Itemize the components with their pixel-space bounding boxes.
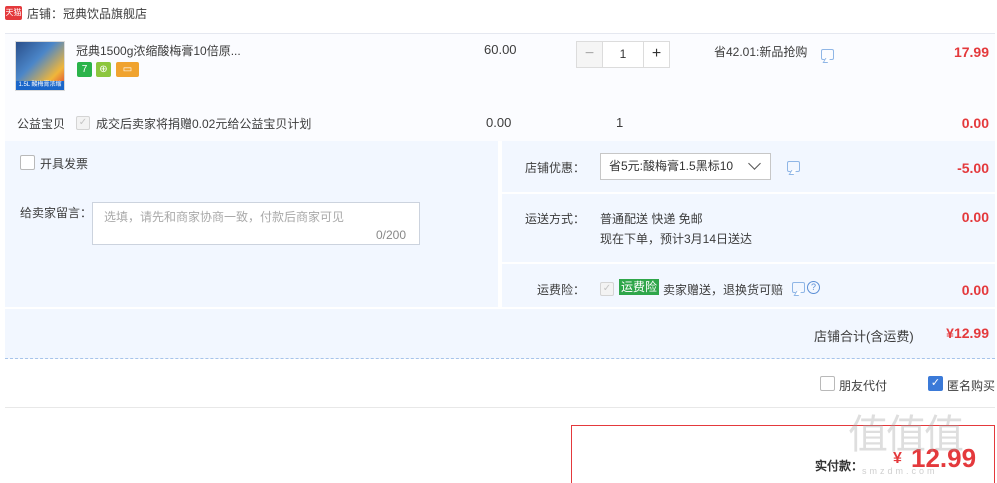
charity-subtotal: 0.00 (961, 115, 989, 131)
product-title[interactable]: 冠典1500g浓缩酸梅膏10倍原... (76, 42, 241, 59)
shipping-method: 普通配送 快递 免邮 (600, 212, 703, 226)
item-subtotal: 17.99 (953, 44, 989, 60)
insurance-checkbox: ✓ (600, 282, 614, 296)
product-thumbnail[interactable]: 1.5L 酸梅膏浓缩 (15, 41, 65, 91)
charity-checkbox: ✓ (76, 116, 90, 130)
anonymous-checkbox[interactable]: ✓ (928, 376, 943, 391)
invoice-checkbox[interactable] (20, 155, 35, 170)
shop-name[interactable]: 店铺：冠典饮品旗舰店 (27, 5, 147, 22)
insurance-value: 0.00 (961, 282, 989, 298)
seven-day-return-icon[interactable]: 7 (77, 62, 92, 77)
shipping-label: 运送方式： (525, 212, 586, 226)
charity-price: 0.00 (486, 115, 512, 130)
thumbnail-tag: 1.5L 酸梅膏浓缩 (16, 81, 64, 90)
comment-icon[interactable] (821, 49, 834, 60)
charity-label: 公益宝贝 (17, 117, 66, 131)
shipping-value: 0.00 (961, 209, 989, 225)
quantity-increase-button[interactable]: + (643, 41, 670, 68)
friend-pay-label[interactable]: 朋友代付 (839, 377, 887, 394)
help-icon[interactable]: ? (807, 281, 820, 294)
quantity-decrease-button[interactable]: − (576, 41, 603, 68)
discount-value: -5.00 (957, 160, 989, 176)
promo-text: 省42.01:新品抢购 (714, 45, 808, 59)
tmall-badge: 天猫 (5, 6, 22, 20)
shipping-eta: 现在下单，预计3月14日送达 (600, 232, 753, 246)
unit-price: 60.00 (484, 42, 517, 57)
order-confirm-page: 天猫 店铺：冠典饮品旗舰店 1.5L 酸梅膏浓缩 冠典1500g浓缩酸梅膏10倍… (0, 0, 997, 483)
friend-pay-checkbox[interactable] (820, 376, 835, 391)
charity-quantity: 1 (616, 115, 624, 130)
insurance-tag: 运费险 (619, 279, 660, 295)
quantity-input[interactable]: 1 (603, 41, 643, 68)
shipping-panel (502, 194, 995, 262)
watermark: 值值值 (848, 413, 964, 457)
charity-text: 成交后卖家将捐赠0.02元给公益宝贝计划 (96, 117, 312, 131)
invoice-label[interactable]: 开具发票 (40, 155, 88, 172)
guarantee-icon[interactable]: ⊕ (96, 62, 111, 77)
credit-card-icon[interactable]: ▭ (116, 62, 139, 77)
shop-total-value: ¥12.99 (946, 325, 989, 341)
insurance-label: 运费险： (537, 283, 586, 297)
shop-total-label: 店铺合计(含运费) (814, 329, 914, 344)
watermark-url: smzdm.com (862, 466, 938, 476)
message-placeholder: 选填，请先和商家协商一致，付款后商家可见 (104, 210, 345, 224)
comment-icon[interactable] (792, 282, 805, 293)
discount-select[interactable]: 省5元:酸梅膏1.5黑标10 (600, 153, 771, 180)
anonymous-label[interactable]: 匿名购买 (947, 377, 995, 394)
discount-label: 店铺优惠： (525, 161, 586, 175)
comment-icon[interactable] (787, 161, 800, 172)
message-label: 给卖家留言： (20, 206, 93, 220)
insurance-text: 卖家赠送，退换货可赔 (663, 283, 784, 297)
divider (5, 407, 995, 408)
message-char-count: 0/200 (376, 228, 407, 242)
